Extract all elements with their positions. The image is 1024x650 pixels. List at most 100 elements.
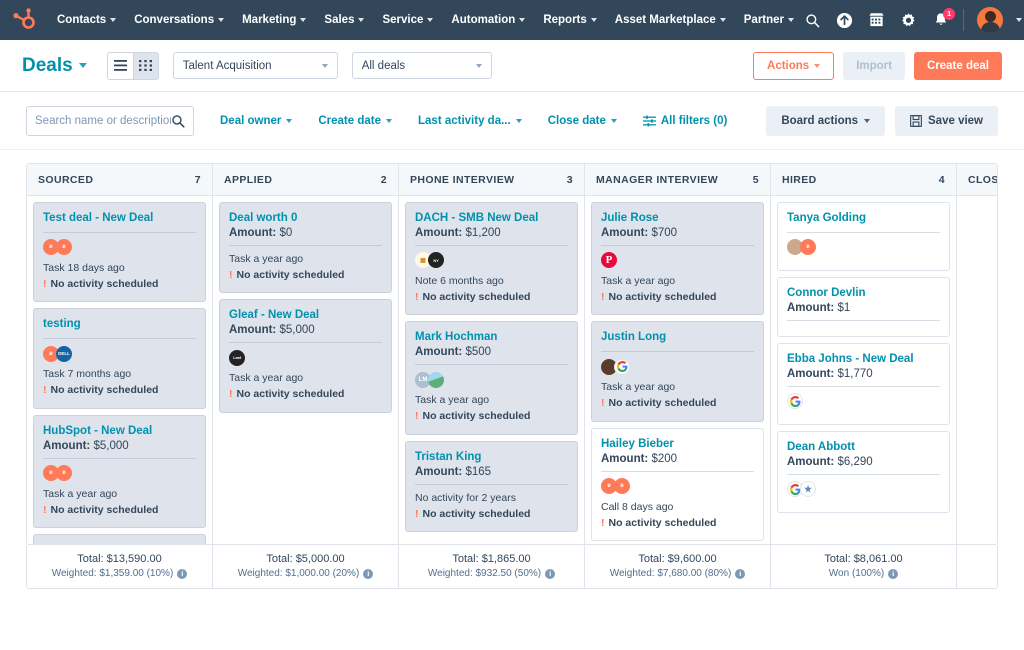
column-cards[interactable]: Julie Rose Amount: $700 P Task a year ag…	[585, 196, 770, 544]
info-icon[interactable]: i	[735, 569, 745, 579]
board-column-manager-interview: MANAGER INTERVIEW 5 Julie Rose Amount: $…	[585, 164, 771, 544]
divider	[43, 458, 196, 459]
deal-card[interactable]: Ebba Johns - New Deal Amount: $1,770	[777, 343, 950, 425]
deal-card[interactable]: Julie Rose Amount: $700 P Task a year ag…	[591, 202, 764, 315]
deal-card-title[interactable]: Hailey Bieber	[601, 437, 754, 452]
create-deal-button-label: Create deal	[927, 60, 989, 72]
column-header[interactable]: MANAGER INTERVIEW 5	[585, 164, 770, 196]
total-amount: Total: $8,061.00	[777, 553, 950, 565]
column-cards[interactable]	[957, 196, 998, 544]
deal-card-title[interactable]: DACH - SMB New Deal	[415, 211, 568, 226]
search-input[interactable]	[35, 115, 171, 127]
actions-button[interactable]: Actions	[753, 52, 834, 80]
column-header[interactable]: SOURCED 7	[27, 164, 212, 196]
hubspot-sprocket-logo-icon[interactable]	[10, 7, 36, 33]
chevron-down-icon	[788, 18, 794, 22]
nav-item-conversations[interactable]: Conversations	[125, 8, 233, 32]
deal-card-title[interactable]: Justin Long	[601, 330, 754, 345]
deals-filter-select[interactable]: All deals	[352, 52, 492, 79]
deal-card[interactable]: Dean Abbott Amount: $6,290 ★	[777, 431, 950, 513]
deal-card-meta: Task a year ago !No activity scheduled	[229, 371, 382, 403]
deal-card-title[interactable]: Test deal - New Deal	[43, 211, 196, 226]
deal-card-title[interactable]: Connor Devlin	[787, 286, 940, 301]
column-count: 7	[195, 174, 201, 186]
deal-card[interactable]: Gleaf - New Deal Amount: $5,000 Leaf Tas…	[219, 299, 392, 412]
deal-card[interactable]: Connor Devlin Amount: $1	[777, 277, 950, 337]
nav-item-marketing[interactable]: Marketing	[233, 8, 315, 32]
deal-card-title[interactable]: Dr. Jones	[43, 543, 196, 544]
nav-item-contacts[interactable]: Contacts	[48, 8, 125, 32]
column-header[interactable]: HIRED 4	[771, 164, 956, 196]
search-box[interactable]	[26, 106, 194, 136]
upgrade-icon[interactable]	[835, 11, 854, 30]
deal-card-schedule-warning: !No activity scheduled	[415, 409, 568, 425]
import-button[interactable]: Import	[843, 52, 905, 80]
nav-item-reports[interactable]: Reports	[534, 8, 605, 32]
deal-card[interactable]: Dr. Jones Amount: $5,700	[33, 534, 206, 544]
pipeline-select[interactable]: Talent Acquisition	[173, 52, 338, 79]
nav-item-partner[interactable]: Partner	[735, 8, 803, 32]
filter-create-date[interactable]: Create date	[318, 115, 392, 127]
deal-card[interactable]: HubSpot - New Deal Amount: $5,000 ʚ ʚ Ta…	[33, 415, 206, 528]
user-avatar[interactable]	[977, 7, 1003, 33]
page-header: Deals Talent Acquisition All deals Actio…	[0, 40, 1024, 92]
account-chevron-down-icon[interactable]	[1016, 18, 1022, 22]
deal-card[interactable]: Tanya Golding ʚ	[777, 202, 950, 271]
filter-close-date[interactable]: Close date	[548, 115, 617, 127]
deal-card-title[interactable]: Tanya Golding	[787, 211, 940, 226]
deal-card[interactable]: Deal worth 0 Amount: $0 Task a year ago …	[219, 202, 392, 293]
deal-card-title[interactable]: Deal worth 0	[229, 211, 382, 226]
amount-value: $5,000	[93, 440, 128, 452]
column-cards[interactable]: Tanya Golding ʚ Connor Devlin Amount: $1…	[771, 196, 956, 544]
nav-item-sales[interactable]: Sales	[315, 8, 373, 32]
deal-card-title[interactable]: Mark Hochman	[415, 330, 568, 345]
nav-item-automation[interactable]: Automation	[442, 8, 534, 32]
save-view-button[interactable]: Save view	[895, 106, 998, 136]
column-cards[interactable]: Deal worth 0 Amount: $0 Task a year ago …	[213, 196, 398, 544]
deal-card-title[interactable]: Julie Rose	[601, 211, 754, 226]
info-icon[interactable]: i	[888, 569, 898, 579]
chevron-down-icon	[516, 119, 522, 123]
settings-gear-icon[interactable]	[899, 11, 918, 30]
deal-card-title[interactable]: Ebba Johns - New Deal	[787, 352, 940, 367]
list-view-icon[interactable]	[108, 53, 133, 79]
column-cards[interactable]: Test deal - New Deal ʚ ʚ Task 18 days ag…	[27, 196, 212, 544]
column-cards[interactable]: DACH - SMB New Deal Amount: $1,200 ▦ NY …	[399, 196, 584, 544]
actions-button-label: Actions	[767, 60, 809, 72]
notifications-bell-icon[interactable]: 1	[931, 11, 950, 30]
deal-card[interactable]: Tristan King Amount: $165 No activity fo…	[405, 441, 578, 532]
deal-card[interactable]: Test deal - New Deal ʚ ʚ Task 18 days ag…	[33, 202, 206, 302]
deal-card[interactable]: DACH - SMB New Deal Amount: $1,200 ▦ NY …	[405, 202, 578, 315]
board-view-icon[interactable]	[133, 53, 158, 79]
column-header[interactable]: CLOSI	[957, 164, 998, 196]
marketplace-icon[interactable]	[867, 11, 886, 30]
column-header[interactable]: APPLIED 2	[213, 164, 398, 196]
deal-card[interactable]: Mark Hochman Amount: $500 LM Task a year…	[405, 321, 578, 434]
board-actions-button[interactable]: Board actions	[766, 106, 885, 136]
create-deal-button[interactable]: Create deal	[914, 52, 1002, 80]
board-column-sourced: SOURCED 7 Test deal - New Deal ʚ ʚ Task …	[27, 164, 213, 544]
search-icon[interactable]	[171, 114, 185, 128]
all-filters-button[interactable]: All filters (0)	[643, 115, 727, 127]
board-column-closed: CLOSI	[957, 164, 998, 544]
filter-deal-owner[interactable]: Deal owner	[220, 115, 292, 127]
info-icon[interactable]: i	[545, 569, 555, 579]
nav-item-service[interactable]: Service	[373, 8, 442, 32]
deal-card-title[interactable]: HubSpot - New Deal	[43, 424, 196, 439]
search-icon[interactable]	[803, 11, 822, 30]
page-title-label: Deals	[22, 55, 73, 77]
filter-last-activity-date[interactable]: Last activity da...	[418, 115, 522, 127]
warning-icon: !	[601, 516, 605, 532]
deal-card[interactable]: Hailey Bieber Amount: $200 ʚ ʚ Call 8 da…	[591, 428, 764, 541]
page-title[interactable]: Deals	[22, 55, 87, 77]
deal-card[interactable]: Justin Long Task a year ago !No activity…	[591, 321, 764, 421]
deal-card-title[interactable]: Tristan King	[415, 450, 568, 465]
deal-card-title[interactable]: Dean Abbott	[787, 440, 940, 455]
deal-card-title[interactable]: testing	[43, 317, 196, 332]
info-icon[interactable]: i	[177, 569, 187, 579]
deal-card-title[interactable]: Gleaf - New Deal	[229, 308, 382, 323]
nav-item-asset-marketplace[interactable]: Asset Marketplace	[606, 8, 735, 32]
deal-card[interactable]: testing ʚ DELL Task 7 months ago !No act…	[33, 308, 206, 408]
column-header[interactable]: PHONE INTERVIEW 3	[399, 164, 584, 196]
info-icon[interactable]: i	[363, 569, 373, 579]
